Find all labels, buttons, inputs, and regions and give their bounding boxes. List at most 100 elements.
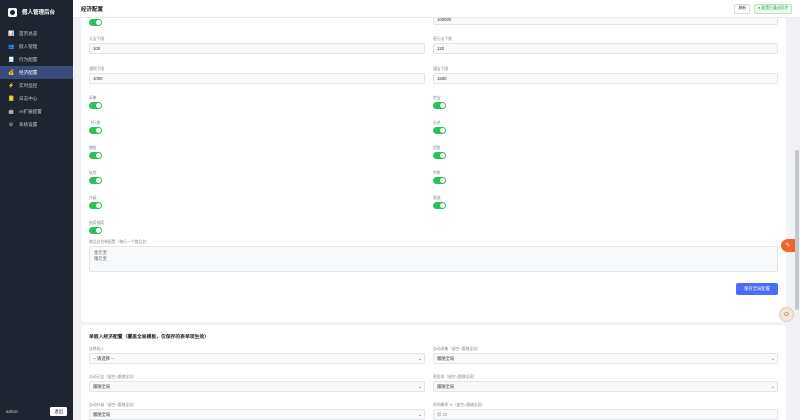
brand-title: 假人管理后台 (22, 10, 56, 16)
top-value-input[interactable]: 100000 (433, 18, 778, 25)
field-label: 银元宝下限 (433, 37, 452, 41)
sidebar-item-economy[interactable]: 💰 经济配置 (0, 66, 73, 79)
field-label: 自动升级（留空=跟随全局） (89, 403, 137, 407)
sidebar-item-label: 首页总览 (19, 30, 38, 36)
page-title: 经济配置 (81, 6, 104, 13)
sidebar-item-monitor[interactable]: ⚡ 实时监控 (0, 79, 73, 92)
toggle-label: 飞行棋 (89, 121, 101, 125)
select-value: 跟随全局 (93, 383, 111, 389)
auto-collect-select[interactable]: 跟随全局 ⌄ (433, 353, 778, 364)
toggle-switch[interactable] (89, 202, 102, 209)
toggle-switch[interactable] (433, 102, 446, 109)
chevron-down-icon: ⌄ (417, 356, 422, 362)
sidebar-item-label: 行为配置 (19, 56, 38, 62)
toggle-switch[interactable] (89, 102, 102, 109)
chevron-down-icon: ⌄ (770, 384, 775, 390)
toggle-switch[interactable] (89, 152, 102, 159)
toggle-switch[interactable] (89, 127, 102, 134)
field-label: 通铜下限 (89, 67, 105, 71)
toggle-label: 猎鱼 (433, 146, 441, 150)
toggle-label: 锻造 (433, 196, 441, 200)
toggle-label: 升级 (89, 196, 97, 200)
dashboard-icon: 📊 (8, 30, 15, 37)
sidebar-item-bots[interactable]: 👥 假人管理 (0, 40, 73, 53)
sidebar-item-label: 日志中心 (19, 95, 38, 101)
gold-bar-select[interactable]: 跟随全局 ⌄ (433, 381, 778, 392)
toggle-switch[interactable] (433, 152, 446, 159)
sidebar-item-behavior[interactable]: 🧾 行为配置 (0, 53, 73, 66)
users-icon: 👥 (8, 43, 15, 50)
toggle-label: 挖宝 (433, 96, 441, 100)
global-economy-card: 100000 元宝下限 100 银元宝下限 120 通铜下限 1000 通宝下限… (81, 18, 786, 322)
chat-icon: ✎ (785, 243, 791, 249)
toggle-switch[interactable] (89, 177, 102, 184)
field-label: 选择假人 (89, 347, 105, 351)
avatar-icon: ☺ (782, 311, 791, 318)
money-bag-icon: 💰 (8, 69, 15, 76)
gear-icon: ⚙ (8, 121, 14, 128)
sidebar-nav: 📊 首页总览 👥 假人管理 🧾 行为配置 💰 经济配置 ⚡ 实时监控 📒 日志中心 🤖 AI扩… (0, 27, 73, 131)
select-value: 跟随全局 (437, 383, 455, 389)
current-user: admin (6, 409, 18, 414)
sidebar-item-label: 实时监控 (19, 82, 38, 88)
sidebar-item-dashboard[interactable]: 📊 首页总览 (0, 27, 73, 40)
assistant-avatar[interactable]: ☺ (779, 307, 794, 322)
list-icon: 🧾 (8, 56, 15, 63)
sidebar-item-ai[interactable]: 🤖 AI扩展配置 (0, 105, 73, 118)
chevron-down-icon: ⌄ (770, 356, 775, 362)
sidebar-footer: admin 退出 (6, 407, 67, 416)
notebook-icon: 📒 (8, 95, 15, 102)
yuanbao-min-input[interactable]: 100 (89, 43, 425, 54)
toggle-switch[interactable] (433, 202, 446, 209)
sync-status-badge: ● 配置已通过同步 (754, 3, 792, 14)
toggle-label: 采集 (89, 96, 97, 100)
chevron-down-icon: ⌄ (417, 412, 422, 418)
chevron-down-icon: ⌄ (417, 384, 422, 390)
sidebar-item-settings[interactable]: ⚙ 系统设置 (0, 118, 73, 131)
toggle-label: 砍伐 (89, 171, 97, 175)
lightning-icon: ⚡ (8, 82, 15, 89)
sidebar-item-label: 假人管理 (19, 43, 38, 49)
sidebar: 假人管理后台 📊 首页总览 👥 假人管理 🧾 行为配置 💰 经济配置 ⚡ 实时监控 📒 日志… (0, 0, 73, 420)
select-value: 跟随全局 (437, 355, 455, 361)
auto-upgrade-select[interactable]: 跟随全局 ⌄ (89, 409, 425, 420)
robot-icon: 🤖 (8, 108, 15, 115)
time-probability-input[interactable]: 如 20 (433, 409, 778, 420)
toggle-label: 击杀 (433, 121, 441, 125)
field-label: 时间概率 %（留空=跟随全局） (433, 403, 486, 407)
field-label: 限金条（留空=跟随全局） (433, 375, 477, 379)
bot-select[interactable]: -- 请选择 -- ⌄ (89, 353, 425, 364)
card-title: 单假人经济配置（覆盖全局模板，仅保存的表单项生效） (89, 335, 209, 340)
auto-yuanbao-select[interactable]: 跟随全局 ⌄ (89, 381, 425, 392)
field-label: 自动采集（留空=跟随全局） (433, 347, 481, 351)
copper-min-input[interactable]: 1000 (89, 73, 425, 84)
whitelist-textarea[interactable]: 金元宝 银元宝 (89, 246, 778, 272)
sidebar-item-label: AI扩展配置 (19, 108, 42, 114)
logout-button[interactable]: 退出 (50, 407, 67, 416)
feedback-float-button[interactable]: ✎ (781, 239, 795, 252)
silver-min-input[interactable]: 120 (433, 43, 778, 54)
select-value: 跟随全局 (93, 411, 111, 417)
toggle-switch[interactable] (89, 227, 102, 234)
toggle-label: 抽奖抽奖 (89, 221, 105, 225)
refresh-button[interactable]: 刷新 (734, 3, 751, 14)
save-global-button[interactable]: 保存全局配置 (736, 283, 778, 295)
toggle-switch[interactable] (433, 127, 446, 134)
header-actions: 刷新 ● 配置已通过同步 (734, 3, 792, 14)
toggle-switch[interactable] (89, 19, 102, 26)
logo-icon (8, 7, 17, 17)
tongbao-min-input[interactable]: 1500 (433, 73, 778, 84)
select-value: -- 请选择 -- (93, 355, 115, 361)
scrollbar[interactable] (795, 150, 799, 310)
toggle-label: 捕鱼 (89, 146, 97, 150)
whitelist-label: 物品白名单配置（每行一个物品名） (89, 240, 150, 244)
single-bot-economy-card: 单假人经济配置（覆盖全局模板，仅保存的表单项生效） 选择假人 -- 请选择 --… (81, 325, 786, 420)
toggle-label: 钓鱼 (433, 171, 441, 175)
toggle-switch[interactable] (433, 177, 446, 184)
brand: 假人管理后台 (0, 0, 73, 24)
field-label: 自动元宝（留空=跟随全局） (89, 375, 137, 379)
field-label: 通宝下限 (433, 67, 449, 71)
sidebar-item-logs[interactable]: 📒 日志中心 (0, 92, 73, 105)
field-label: 元宝下限 (89, 37, 105, 41)
top-header: 经济配置 刷新 ● 配置已通过同步 (73, 0, 800, 18)
